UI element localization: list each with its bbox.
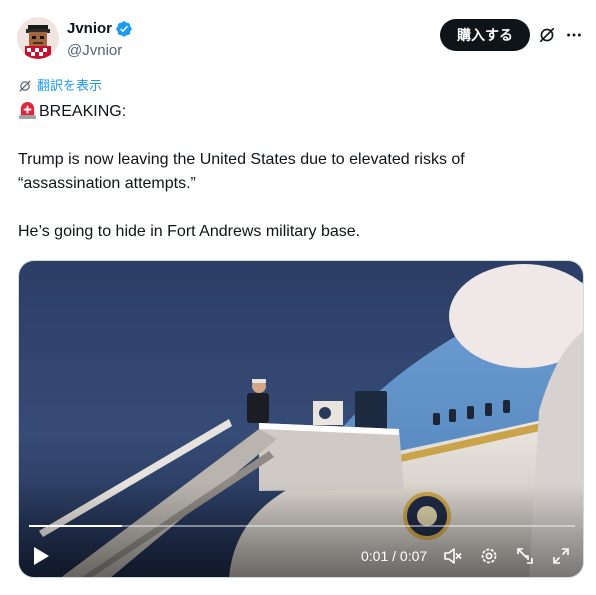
video-player[interactable]: 0:01 / 0:07 — [18, 260, 584, 578]
tweet-line-1: BREAKING: — [39, 103, 127, 120]
more-dots-icon[interactable] — [565, 26, 583, 44]
tweet-text: BREAKING: Trump is now leaving the Unite… — [18, 100, 578, 244]
time-separator: / — [388, 548, 400, 564]
tweet-line-2: Trump is now leaving the United States d… — [18, 151, 465, 168]
verified-badge-icon — [116, 21, 132, 37]
fullscreen-icon[interactable] — [551, 546, 571, 566]
current-time: 0:01 — [361, 548, 389, 564]
tweet-blank-line — [18, 196, 578, 220]
video-frame — [19, 261, 583, 577]
buy-button[interactable]: 購入する — [440, 19, 530, 51]
video-time: 0:01 / 0:07 — [361, 547, 427, 565]
mute-icon[interactable] — [443, 546, 463, 566]
video-progress-fill — [29, 525, 122, 527]
translate-icon — [19, 80, 31, 92]
author-name-text[interactable]: Jvnior — [67, 19, 112, 39]
video-controls: 0:01 / 0:07 — [19, 539, 583, 575]
duration: 0:07 — [399, 548, 428, 564]
tweet-line-4: He’s going to hide in Fort Andrews milit… — [18, 223, 361, 240]
author-handle[interactable]: @Jvnior — [67, 41, 133, 61]
video-progress-bar[interactable] — [29, 525, 575, 527]
grok-icon[interactable] — [538, 26, 556, 44]
play-icon[interactable] — [31, 545, 51, 567]
tweet-blank-line — [18, 124, 578, 148]
rotating-light-emoji — [18, 101, 37, 119]
author-block[interactable]: Jvnior @Jvnior — [67, 19, 133, 61]
translate-link[interactable]: 翻訳を表示 — [37, 78, 102, 94]
tweet-line-breaking: BREAKING: — [18, 100, 578, 124]
author-display-name[interactable]: Jvnior — [67, 19, 133, 39]
avatar[interactable] — [17, 17, 59, 59]
pip-icon[interactable] — [515, 546, 535, 566]
tweet-line-3: “assassination attempts.” — [18, 175, 196, 192]
translate-row[interactable]: 翻訳を表示 — [18, 78, 102, 94]
settings-icon[interactable] — [479, 546, 499, 566]
